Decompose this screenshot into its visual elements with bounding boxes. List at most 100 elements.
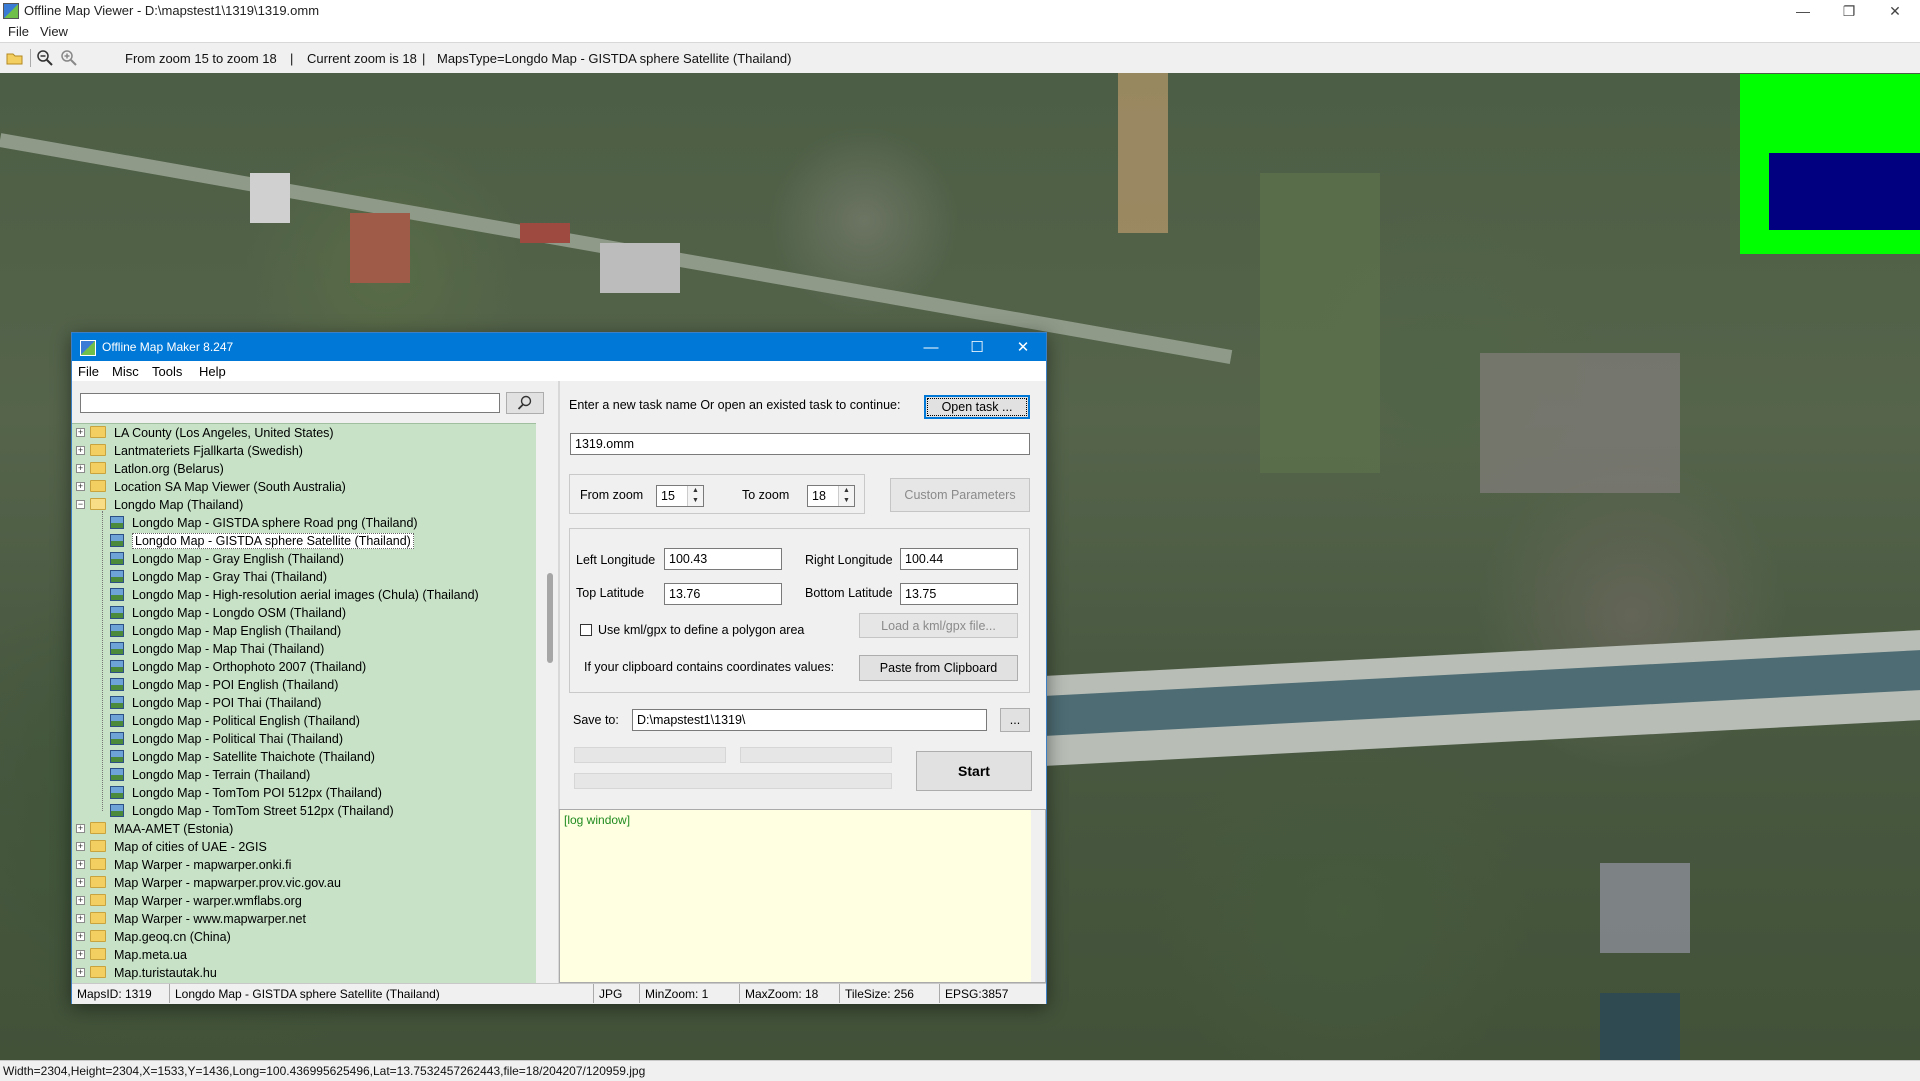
tree-folder-item[interactable]: + MAA-AMET (Estonia) [72,820,532,838]
tree-map-item[interactable]: Longdo Map - GISTDA sphere Satellite (Th… [72,532,532,550]
tree-map-item[interactable]: Longdo Map - Orthophoto 2007 (Thailand) [72,658,532,676]
maker-menu-misc[interactable]: Misc [112,364,139,379]
map-search-input[interactable] [80,393,500,413]
log-window[interactable]: [log window] [559,809,1046,983]
spin-arrows-icon[interactable]: ▲ ▼ [687,486,703,506]
maker-maximize-icon[interactable]: ☐ [954,333,1000,361]
tree-item-label: Longdo Map - Map English (Thailand) [132,624,342,638]
restore-icon[interactable]: ❐ [1826,0,1872,22]
tree-item-label: Map.turistautak.hu [114,966,217,980]
expand-icon[interactable]: + [76,446,85,455]
task-name-field[interactable]: 1319.omm [570,433,1030,455]
right-longitude-field[interactable]: 100.44 [900,548,1018,570]
save-path-field[interactable]: D:\mapstest1\1319\ [632,709,987,731]
map-source-tree[interactable]: + LA County (Los Angeles, United States) +… [72,423,536,984]
top-latitude-field[interactable]: 13.76 [664,583,782,605]
tree-folder-item[interactable]: − Longdo Map (Thailand) [72,496,532,514]
tree-map-item[interactable]: Longdo Map - Map Thai (Thailand) [72,640,532,658]
tree-folder-item[interactable]: + Map Warper - mapwarper.onki.fi [72,856,532,874]
kml-checkbox[interactable] [580,624,592,636]
expand-icon[interactable]: + [76,860,85,869]
custom-parameters-button[interactable]: Custom Parameters [890,478,1030,512]
expand-icon[interactable]: + [76,464,85,473]
expand-icon[interactable]: + [76,842,85,851]
load-kml-button[interactable]: Load a kml/gpx file... [859,613,1018,638]
folder-icon [90,444,106,456]
tree-map-item[interactable]: Longdo Map - POI Thai (Thailand) [72,694,532,712]
tree-map-item[interactable]: Longdo Map - TomTom POI 512px (Thailand) [72,784,532,802]
tree-map-item[interactable]: Longdo Map - Terrain (Thailand) [72,766,532,784]
expand-icon[interactable]: + [76,932,85,941]
clipboard-label: If your clipboard contains coordinates v… [584,660,835,674]
tree-folder-item[interactable]: + Map Warper - mapwarper.prov.vic.gov.au [72,874,532,892]
expand-icon[interactable]: + [76,878,85,887]
tree-map-item[interactable]: Longdo Map - Political English (Thailand… [72,712,532,730]
maker-menu-file[interactable]: File [78,364,99,379]
paste-clipboard-button[interactable]: Paste from Clipboard [859,655,1018,681]
log-scrollbar[interactable] [1031,810,1045,982]
expand-icon[interactable]: + [76,914,85,923]
tree-map-item[interactable]: Longdo Map - Map English (Thailand) [72,622,532,640]
tree-folder-item[interactable]: + LA County (Los Angeles, United States) [72,424,532,442]
zoom-in-icon[interactable] [60,49,78,67]
tree-map-item[interactable]: Longdo Map - TomTom Street 512px (Thaila… [72,802,532,820]
tree-scroll-thumb[interactable] [547,573,553,663]
minimize-icon[interactable]: — [1780,0,1826,22]
app-icon [3,3,19,19]
tree-folder-item[interactable]: + Latlon.org (Belarus) [72,460,532,478]
map-layer-icon [110,696,124,709]
tree-folder-item[interactable]: + Map of cities of UAE - 2GIS [72,838,532,856]
expand-icon[interactable]: + [76,950,85,959]
zoom-out-icon[interactable] [36,49,54,67]
expand-icon[interactable]: + [76,428,85,437]
from-zoom-stepper[interactable]: 15 ▲ ▼ [656,485,704,507]
tree-map-item[interactable]: Longdo Map - High-resolution aerial imag… [72,586,532,604]
spin-arrows-icon[interactable]: ▲ ▼ [838,486,854,506]
search-button[interactable] [506,392,544,414]
collapse-icon[interactable]: − [76,500,85,509]
maker-menu-tools[interactable]: Tools [152,364,182,379]
folder-icon [90,930,106,942]
maker-close-icon[interactable]: ✕ [1000,333,1046,361]
to-zoom-stepper[interactable]: 18 ▲ ▼ [807,485,855,507]
tree-folder-item[interactable]: + Map.turistautak.hu [72,964,532,982]
tree-map-item[interactable]: Longdo Map - Gray English (Thailand) [72,550,532,568]
folder-icon [90,876,106,888]
maker-titlebar[interactable]: Offline Map Maker 8.247 — ☐ ✕ [72,333,1046,361]
tree-map-item[interactable]: Longdo Map - Longdo OSM (Thailand) [72,604,532,622]
close-icon[interactable]: ✕ [1872,0,1918,22]
tree-scrollbar[interactable] [544,423,558,983]
open-task-button[interactable]: Open task ... [924,395,1030,419]
overview-viewport[interactable] [1769,153,1920,230]
open-folder-icon[interactable] [6,49,24,67]
menu-view[interactable]: View [40,24,68,39]
tree-map-item[interactable]: Longdo Map - GISTDA sphere Road png (Tha… [72,514,532,532]
folder-icon [90,822,106,834]
maker-statusbar: MapsID: 1319 Longdo Map - GISTDA sphere … [72,983,1046,1004]
tree-folder-item[interactable]: + Map.meta.ua [72,946,532,964]
tree-folder-item[interactable]: + Map Warper - www.mapwarper.net [72,910,532,928]
progress-bar [574,773,892,789]
tree-folder-item[interactable]: + Location SA Map Viewer (South Australia… [72,478,532,496]
map-layer-icon [110,804,124,817]
left-longitude-field[interactable]: 100.43 [664,548,782,570]
expand-icon[interactable]: + [76,896,85,905]
menu-file[interactable]: File [8,24,29,39]
maker-minimize-icon[interactable]: — [908,333,954,361]
tree-folder-item[interactable]: + Map.geoq.cn (China) [72,928,532,946]
tree-item-label: Map.meta.ua [114,948,187,962]
expand-icon[interactable]: + [76,482,85,491]
start-button[interactable]: Start [916,751,1032,791]
tree-map-item[interactable]: Longdo Map - POI English (Thailand) [72,676,532,694]
browse-button[interactable]: ... [1000,708,1030,732]
tree-map-item[interactable]: Longdo Map - Satellite Thaichote (Thaila… [72,748,532,766]
tree-folder-item[interactable]: + Map Warper - warper.wmflabs.org [72,892,532,910]
tree-map-item[interactable]: Longdo Map - Gray Thai (Thailand) [72,568,532,586]
expand-icon[interactable]: + [76,824,85,833]
tree-map-item[interactable]: Longdo Map - Political Thai (Thailand) [72,730,532,748]
bottom-latitude-field[interactable]: 13.75 [900,583,1018,605]
maker-menu-help[interactable]: Help [199,364,226,379]
viewer-toolbar: From zoom 15 to zoom 18 | Current zoom i… [0,42,1920,74]
expand-icon[interactable]: + [76,968,85,977]
tree-folder-item[interactable]: + Lantmateriets Fjallkarta (Swedish) [72,442,532,460]
